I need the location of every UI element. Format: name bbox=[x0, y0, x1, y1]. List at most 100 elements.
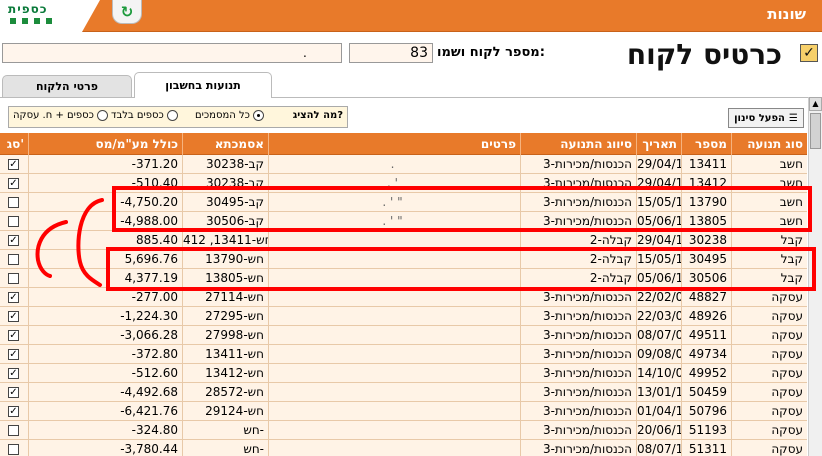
closed-checkbox[interactable] bbox=[8, 425, 19, 436]
radio-all-documents[interactable]: כל המסמכים bbox=[195, 110, 264, 121]
cell-reference: חש-29124 bbox=[182, 402, 268, 421]
closed-checkbox[interactable] bbox=[8, 197, 19, 208]
radio-button-selected[interactable] bbox=[252, 110, 264, 121]
cell-reference: חש-27295 bbox=[182, 307, 268, 326]
cell-number: 51311 bbox=[681, 440, 731, 456]
closed-checkbox[interactable] bbox=[8, 216, 19, 227]
cell-date: 29/04/10 bbox=[636, 155, 681, 174]
cell-details bbox=[268, 402, 520, 421]
closed-checkbox-checked[interactable]: ✓ bbox=[8, 292, 19, 303]
closed-checkbox-checked[interactable]: ✓ bbox=[8, 311, 19, 322]
scroll-thumb[interactable] bbox=[810, 113, 821, 149]
cell-reference: חש-27998 bbox=[182, 326, 268, 345]
tab-client-details[interactable]: פרטי הלקוח bbox=[2, 75, 132, 97]
column-header-type[interactable]: סוג תנועה bbox=[731, 133, 807, 155]
column-header-amount[interactable]: כולל מע"מ/מס bbox=[28, 133, 182, 155]
column-header-category[interactable]: סיווג התנועה bbox=[520, 133, 636, 155]
cell-date: 01/04/10 bbox=[636, 402, 681, 421]
closed-checkbox-checked[interactable]: ✓ bbox=[8, 349, 19, 360]
title-checkbox[interactable]: ✓ bbox=[800, 44, 818, 62]
cell-amount: -3,780.44 bbox=[28, 440, 182, 456]
customer-name-value: . bbox=[303, 46, 307, 60]
cell-category: 3-הכנסות/מכירות bbox=[520, 383, 636, 402]
cell-details bbox=[268, 364, 520, 383]
cell-category: 3-הכנסות/מכירות bbox=[520, 326, 636, 345]
table-row[interactable]: עסקה5119320/06/103-הכנסות/מכירות חש--324.… bbox=[0, 421, 807, 440]
closed-checkbox-checked[interactable]: ✓ bbox=[8, 330, 19, 341]
cell-reference: חש- bbox=[182, 421, 268, 440]
closed-checkbox[interactable] bbox=[8, 444, 19, 455]
cell-details bbox=[268, 440, 520, 456]
table-row[interactable]: עסקה5045913/01/103-הכנסות/מכירות חש-28572… bbox=[0, 383, 807, 402]
radio-funds-and-deals[interactable]: כספים + ח. עסקה bbox=[13, 110, 108, 121]
radio-button[interactable] bbox=[96, 110, 108, 121]
cell-details bbox=[268, 307, 520, 326]
table-header: סוג תנועה מספר תאריך סיווג התנועה פרטים … bbox=[0, 133, 807, 155]
cell-type: חשב bbox=[731, 155, 807, 174]
annotation-rectangle bbox=[112, 186, 812, 232]
cell-reference: חש-28572 bbox=[182, 383, 268, 402]
closed-checkbox[interactable] bbox=[8, 254, 19, 265]
apply-filter-label: הפעל סינון bbox=[734, 112, 785, 124]
closed-checkbox-checked[interactable]: ✓ bbox=[8, 406, 19, 417]
table-row[interactable]: עסקה4951108/07/093-הכנסות/מכירות חש-27998… bbox=[0, 326, 807, 345]
cell-type: עסקה bbox=[731, 421, 807, 440]
table-row[interactable]: עסקה4973409/08/093-הכנסות/מכירות חש-13411… bbox=[0, 345, 807, 364]
apply-filter-button[interactable]: הפעל סינון ☰ bbox=[728, 108, 804, 128]
cell-category: 3-הכנסות/מכירות bbox=[520, 402, 636, 421]
refresh-button[interactable]: ↻ bbox=[112, 0, 142, 24]
table-row[interactable]: חשב1341129/04/103-הכנסות/מכירות.קב-30238… bbox=[0, 155, 807, 174]
cell-amount: -3,066.28 bbox=[28, 326, 182, 345]
column-header-details[interactable]: פרטים bbox=[268, 133, 520, 155]
cell-number: 13411 bbox=[681, 155, 731, 174]
cell-details bbox=[268, 326, 520, 345]
refresh-icon: ↻ bbox=[120, 2, 134, 21]
cell-amount: -4,492.68 bbox=[28, 383, 182, 402]
cell-type: עסקה bbox=[731, 402, 807, 421]
closed-checkbox-checked[interactable]: ✓ bbox=[8, 368, 19, 379]
radio-label: כספים בלבד bbox=[111, 110, 164, 121]
cell-type: עסקה bbox=[731, 440, 807, 456]
closed-checkbox[interactable] bbox=[8, 273, 19, 284]
radio-button[interactable] bbox=[166, 110, 178, 121]
filter-question: מה להציג? bbox=[292, 110, 343, 121]
cell-type: עסקה bbox=[731, 345, 807, 364]
column-header-date[interactable]: תאריך bbox=[636, 133, 681, 155]
cell-type: עסקה bbox=[731, 364, 807, 383]
cell-details bbox=[268, 345, 520, 364]
column-header-closed[interactable]: סג' bbox=[0, 133, 28, 155]
cell-amount: -324.80 bbox=[28, 421, 182, 440]
column-header-reference[interactable]: אסמכתא bbox=[182, 133, 268, 155]
closed-checkbox-checked[interactable]: ✓ bbox=[8, 178, 19, 189]
closed-checkbox-checked[interactable]: ✓ bbox=[8, 235, 19, 246]
cell-date: 20/06/10 bbox=[636, 421, 681, 440]
closed-checkbox-checked[interactable]: ✓ bbox=[8, 387, 19, 398]
cell-category: 3-הכנסות/מכירות bbox=[520, 364, 636, 383]
page-title: כרטיס לקוח bbox=[626, 38, 782, 71]
scroll-up-arrow-icon[interactable]: ▲ bbox=[809, 97, 822, 111]
cell-number: 51193 bbox=[681, 421, 731, 440]
check-icon: ✓ bbox=[803, 45, 815, 61]
table-row[interactable]: עסקה4892622/03/093-הכנסות/מכירות חש-27295… bbox=[0, 307, 807, 326]
closed-checkbox-checked[interactable]: ✓ bbox=[8, 159, 19, 170]
cell-reference: חש-13411 bbox=[182, 345, 268, 364]
table-row[interactable]: עסקה5079601/04/103-הכנסות/מכירות חש-29124… bbox=[0, 402, 807, 421]
cell-number: 49734 bbox=[681, 345, 731, 364]
filter-list-icon: ☰ bbox=[788, 112, 798, 124]
filter-group: מה להציג? כל המסמכים כספים בלבד כספים + … bbox=[8, 106, 348, 128]
column-header-number[interactable]: מספר bbox=[681, 133, 731, 155]
table-row[interactable]: עסקה4995214/10/093-הכנסות/מכירות חש-13412… bbox=[0, 364, 807, 383]
cell-number: 50796 bbox=[681, 402, 731, 421]
radio-funds-only[interactable]: כספים בלבד bbox=[111, 110, 178, 121]
cell-type: עסקה bbox=[731, 307, 807, 326]
cell-category: 3-הכנסות/מכירות bbox=[520, 155, 636, 174]
cell-number: 49511 bbox=[681, 326, 731, 345]
radio-label: כל המסמכים bbox=[195, 110, 250, 121]
tab-account-transactions[interactable]: תנועות בחשבון bbox=[134, 72, 272, 98]
customer-name-input[interactable]: . bbox=[2, 43, 342, 63]
cell-number: 49952 bbox=[681, 364, 731, 383]
cell-amount: -372.80 bbox=[28, 345, 182, 364]
table-row[interactable]: עסקה5131108/07/103-הכנסות/מכירות חש--3,78… bbox=[0, 440, 807, 456]
logo-text: כספית bbox=[8, 2, 48, 16]
customer-number-input[interactable]: 83 bbox=[349, 43, 433, 63]
